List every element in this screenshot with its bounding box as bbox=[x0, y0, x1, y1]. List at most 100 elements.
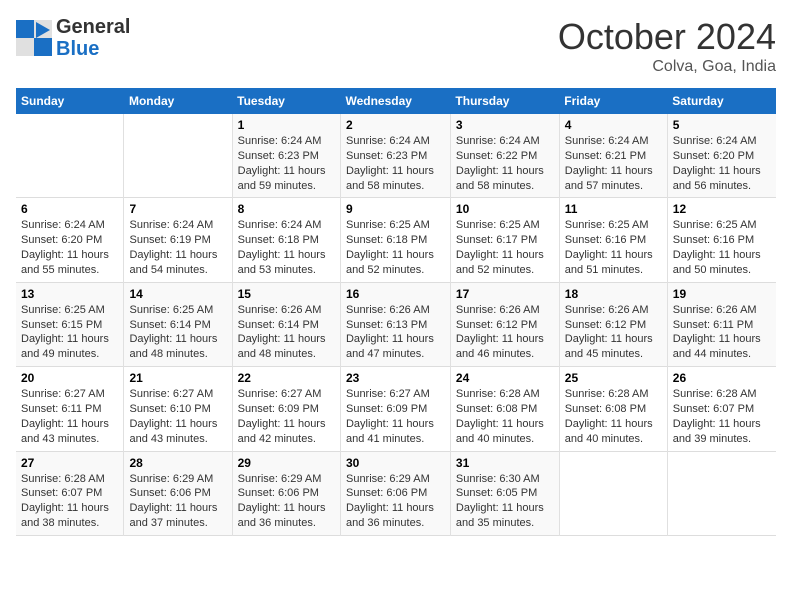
day-info: Sunrise: 6:27 AM Sunset: 6:09 PM Dayligh… bbox=[238, 387, 335, 446]
calendar-cell: 2Sunrise: 6:24 AM Sunset: 6:23 PM Daylig… bbox=[340, 114, 450, 198]
calendar-cell: 7 Sunrise: 6:24 AM Sunset: 6:19 PM Daylig… bbox=[124, 198, 232, 282]
day-number: 13 bbox=[21, 287, 118, 301]
calendar-cell: 19 Sunrise: 6:26 AM Sunset: 6:11 PM Dayli… bbox=[667, 282, 776, 366]
month-title: October 2024 bbox=[558, 16, 776, 58]
day-info: Sunrise: 6:29 AM Sunset: 6:06 PM Dayligh… bbox=[238, 472, 335, 531]
day-number: 14 bbox=[129, 287, 226, 301]
calendar-cell: 6 Sunrise: 6:24 AM Sunset: 6:20 PM Daylig… bbox=[16, 198, 124, 282]
day-info: Sunrise: 6:27 AM Sunset: 6:11 PM Dayligh… bbox=[21, 387, 118, 446]
calendar-table: SundayMondayTuesdayWednesdayThursdayFrid… bbox=[16, 88, 776, 536]
weekday-tuesday: Tuesday bbox=[232, 88, 340, 114]
logo-line2: Blue bbox=[56, 38, 130, 60]
page-header: General Blue October 2024 Colva, Goa, In… bbox=[16, 16, 776, 76]
day-number: 4 bbox=[565, 118, 662, 132]
day-info: Sunrise: 6:25 AM Sunset: 6:16 PM Dayligh… bbox=[673, 218, 771, 277]
calendar-cell bbox=[667, 451, 776, 535]
day-number: 30 bbox=[346, 456, 445, 470]
calendar-cell bbox=[16, 114, 124, 198]
day-number: 8 bbox=[238, 202, 335, 216]
day-number: 29 bbox=[238, 456, 335, 470]
day-number: 2 bbox=[346, 118, 445, 132]
weekday-header-row: SundayMondayTuesdayWednesdayThursdayFrid… bbox=[16, 88, 776, 114]
calendar-cell: 21 Sunrise: 6:27 AM Sunset: 6:10 PM Dayli… bbox=[124, 367, 232, 451]
calendar-cell: 23Sunrise: 6:27 AM Sunset: 6:09 PM Dayli… bbox=[340, 367, 450, 451]
day-info: Sunrise: 6:24 AM Sunset: 6:20 PM Dayligh… bbox=[673, 134, 771, 193]
calendar-cell: 3 Sunrise: 6:24 AM Sunset: 6:22 PM Daylig… bbox=[450, 114, 559, 198]
logo-line1: General bbox=[56, 16, 130, 38]
weekday-saturday: Saturday bbox=[667, 88, 776, 114]
calendar-cell: 11 Sunrise: 6:25 AM Sunset: 6:16 PM Dayli… bbox=[559, 198, 667, 282]
calendar-cell: 13 Sunrise: 6:25 AM Sunset: 6:15 PM Dayli… bbox=[16, 282, 124, 366]
day-info: Sunrise: 6:29 AM Sunset: 6:06 PM Dayligh… bbox=[129, 472, 226, 531]
day-number: 10 bbox=[456, 202, 554, 216]
title-block: October 2024 Colva, Goa, India bbox=[558, 16, 776, 76]
day-info: Sunrise: 6:25 AM Sunset: 6:17 PM Dayligh… bbox=[456, 218, 554, 277]
day-info: Sunrise: 6:29 AM Sunset: 6:06 PM Dayligh… bbox=[346, 472, 445, 531]
day-info: Sunrise: 6:28 AM Sunset: 6:07 PM Dayligh… bbox=[21, 472, 118, 531]
day-info: Sunrise: 6:28 AM Sunset: 6:08 PM Dayligh… bbox=[565, 387, 662, 446]
day-number: 23 bbox=[346, 371, 445, 385]
day-number: 9 bbox=[346, 202, 445, 216]
calendar-cell: 31Sunrise: 6:30 AM Sunset: 6:05 PM Dayli… bbox=[450, 451, 559, 535]
day-info: Sunrise: 6:30 AM Sunset: 6:05 PM Dayligh… bbox=[456, 472, 554, 531]
day-number: 19 bbox=[673, 287, 771, 301]
day-info: Sunrise: 6:24 AM Sunset: 6:22 PM Dayligh… bbox=[456, 134, 554, 193]
day-number: 7 bbox=[129, 202, 226, 216]
day-info: Sunrise: 6:26 AM Sunset: 6:11 PM Dayligh… bbox=[673, 303, 771, 362]
calendar-cell: 18 Sunrise: 6:26 AM Sunset: 6:12 PM Dayli… bbox=[559, 282, 667, 366]
logo: General Blue bbox=[16, 16, 130, 60]
day-info: Sunrise: 6:26 AM Sunset: 6:13 PM Dayligh… bbox=[346, 303, 445, 362]
calendar-cell: 28Sunrise: 6:29 AM Sunset: 6:06 PM Dayli… bbox=[124, 451, 232, 535]
day-info: Sunrise: 6:24 AM Sunset: 6:19 PM Dayligh… bbox=[129, 218, 226, 277]
day-number: 11 bbox=[565, 202, 662, 216]
calendar-cell: 17 Sunrise: 6:26 AM Sunset: 6:12 PM Dayli… bbox=[450, 282, 559, 366]
day-info: Sunrise: 6:28 AM Sunset: 6:08 PM Dayligh… bbox=[456, 387, 554, 446]
calendar-cell: 4 Sunrise: 6:24 AM Sunset: 6:21 PM Daylig… bbox=[559, 114, 667, 198]
day-info: Sunrise: 6:24 AM Sunset: 6:21 PM Dayligh… bbox=[565, 134, 662, 193]
day-number: 3 bbox=[456, 118, 554, 132]
day-number: 25 bbox=[565, 371, 662, 385]
day-number: 16 bbox=[346, 287, 445, 301]
location: Colva, Goa, India bbox=[558, 58, 776, 76]
day-info: Sunrise: 6:24 AM Sunset: 6:23 PM Dayligh… bbox=[238, 134, 335, 193]
day-info: Sunrise: 6:24 AM Sunset: 6:20 PM Dayligh… bbox=[21, 218, 118, 277]
day-info: Sunrise: 6:26 AM Sunset: 6:12 PM Dayligh… bbox=[456, 303, 554, 362]
calendar-cell: 1Sunrise: 6:24 AM Sunset: 6:23 PM Daylig… bbox=[232, 114, 340, 198]
day-info: Sunrise: 6:25 AM Sunset: 6:14 PM Dayligh… bbox=[129, 303, 226, 362]
day-info: Sunrise: 6:24 AM Sunset: 6:18 PM Dayligh… bbox=[238, 218, 335, 277]
day-number: 17 bbox=[456, 287, 554, 301]
calendar-cell: 30 Sunrise: 6:29 AM Sunset: 6:06 PM Dayli… bbox=[340, 451, 450, 535]
day-info: Sunrise: 6:25 AM Sunset: 6:16 PM Dayligh… bbox=[565, 218, 662, 277]
week-row-1: 6 Sunrise: 6:24 AM Sunset: 6:20 PM Daylig… bbox=[16, 198, 776, 282]
calendar-cell: 27Sunrise: 6:28 AM Sunset: 6:07 PM Dayli… bbox=[16, 451, 124, 535]
day-info: Sunrise: 6:25 AM Sunset: 6:15 PM Dayligh… bbox=[21, 303, 118, 362]
day-number: 15 bbox=[238, 287, 335, 301]
weekday-friday: Friday bbox=[559, 88, 667, 114]
calendar-cell: 26 Sunrise: 6:28 AM Sunset: 6:07 PM Dayli… bbox=[667, 367, 776, 451]
day-number: 21 bbox=[129, 371, 226, 385]
weekday-thursday: Thursday bbox=[450, 88, 559, 114]
day-info: Sunrise: 6:27 AM Sunset: 6:10 PM Dayligh… bbox=[129, 387, 226, 446]
day-number: 6 bbox=[21, 202, 118, 216]
day-info: Sunrise: 6:28 AM Sunset: 6:07 PM Dayligh… bbox=[673, 387, 771, 446]
day-info: Sunrise: 6:25 AM Sunset: 6:18 PM Dayligh… bbox=[346, 218, 445, 277]
day-info: Sunrise: 6:26 AM Sunset: 6:12 PM Dayligh… bbox=[565, 303, 662, 362]
day-info: Sunrise: 6:26 AM Sunset: 6:14 PM Dayligh… bbox=[238, 303, 335, 362]
day-number: 26 bbox=[673, 371, 771, 385]
day-number: 20 bbox=[21, 371, 118, 385]
calendar-cell: 16 Sunrise: 6:26 AM Sunset: 6:13 PM Dayli… bbox=[340, 282, 450, 366]
calendar-cell bbox=[559, 451, 667, 535]
day-number: 22 bbox=[238, 371, 335, 385]
calendar-cell: 8 Sunrise: 6:24 AM Sunset: 6:18 PM Daylig… bbox=[232, 198, 340, 282]
weekday-sunday: Sunday bbox=[16, 88, 124, 114]
calendar-cell: 20 Sunrise: 6:27 AM Sunset: 6:11 PM Dayli… bbox=[16, 367, 124, 451]
calendar-cell: 24Sunrise: 6:28 AM Sunset: 6:08 PM Dayli… bbox=[450, 367, 559, 451]
week-row-0: 1Sunrise: 6:24 AM Sunset: 6:23 PM Daylig… bbox=[16, 114, 776, 198]
calendar-cell: 29 Sunrise: 6:29 AM Sunset: 6:06 PM Dayli… bbox=[232, 451, 340, 535]
day-number: 5 bbox=[673, 118, 771, 132]
calendar-cell: 9 Sunrise: 6:25 AM Sunset: 6:18 PM Daylig… bbox=[340, 198, 450, 282]
calendar-cell: 15 Sunrise: 6:26 AM Sunset: 6:14 PM Dayli… bbox=[232, 282, 340, 366]
weekday-monday: Monday bbox=[124, 88, 232, 114]
weekday-wednesday: Wednesday bbox=[340, 88, 450, 114]
day-number: 18 bbox=[565, 287, 662, 301]
